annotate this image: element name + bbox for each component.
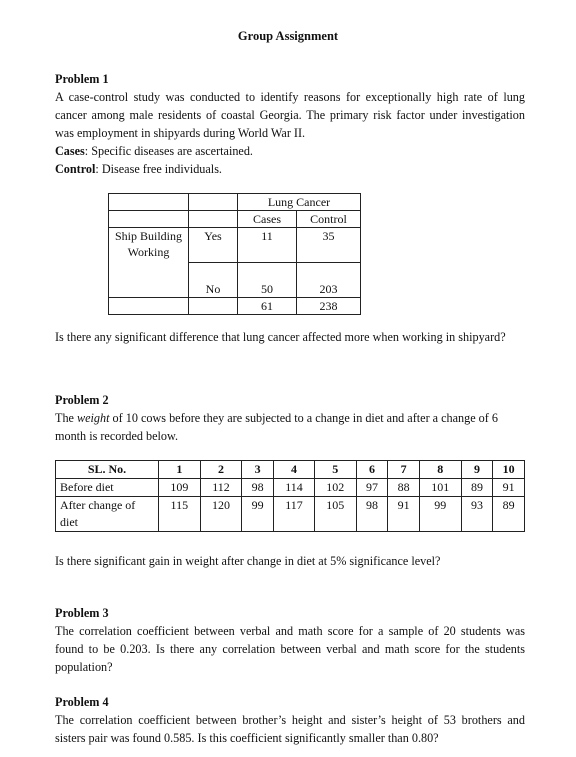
- cell: 109: [158, 478, 201, 497]
- total-cases: 61: [237, 297, 297, 315]
- cell: 93: [460, 496, 494, 532]
- document-title: Group Assignment: [237, 29, 339, 43]
- col-num: 8: [418, 460, 462, 479]
- cell: 117: [273, 496, 315, 532]
- cell-yes-control: 35: [296, 227, 361, 263]
- cell: 114: [273, 478, 315, 497]
- cell: 91: [492, 478, 525, 497]
- table-row: SL. No. 1 2 3 4 5 6 7 8 9 10: [55, 460, 525, 479]
- cell-no-control: 203: [296, 262, 361, 298]
- col-header-control: Control: [296, 210, 361, 228]
- cell: 112: [199, 478, 243, 497]
- cell: 91: [387, 496, 420, 532]
- problem-1: Problem 1 A case-control study was condu…: [55, 70, 525, 178]
- control-text: : Disease free individuals.: [95, 162, 222, 176]
- col-num: 2: [199, 460, 243, 479]
- col-num: 4: [273, 460, 315, 479]
- table-row: Before diet 109 112 98 114 102 97 88 101…: [55, 478, 525, 497]
- table-row: After change of diet 115 120 99 117 105 …: [55, 496, 525, 532]
- cell: 98: [241, 478, 275, 497]
- row-group-label: Ship Building Working: [108, 227, 189, 298]
- cases-definition: Cases: Specific diseases are ascertained…: [55, 142, 525, 160]
- col-num: 5: [313, 460, 357, 479]
- cell: 102: [313, 478, 357, 497]
- cell: 89: [460, 478, 494, 497]
- problem-1-question: Is there any significant difference that…: [55, 330, 506, 344]
- problem-2-question: Is there significant gain in weight afte…: [55, 554, 441, 568]
- cow-weight-table: SL. No. 1 2 3 4 5 6 7 8 9 10 Before diet…: [55, 460, 525, 532]
- cell-no-cases: 50: [237, 262, 297, 298]
- problem-3-heading: Problem 3: [55, 606, 109, 620]
- group-header: Lung Cancer: [237, 193, 361, 211]
- document-page: Group Assignment Problem 1 A case-contro…: [0, 0, 576, 757]
- problem-1-heading: Problem 1: [55, 72, 109, 86]
- cell: 99: [241, 496, 275, 532]
- table-row: Cases Control: [108, 210, 361, 228]
- row-label-after: After change of diet: [55, 496, 159, 532]
- col-num: 1: [158, 460, 201, 479]
- col-num: 3: [241, 460, 275, 479]
- control-definition: Control: Disease free individuals.: [55, 160, 525, 178]
- problem-2-heading: Problem 2: [55, 393, 109, 407]
- cell: 99: [418, 496, 462, 532]
- problem-4-text: The correlation coefficient between brot…: [55, 713, 525, 745]
- cell: 88: [387, 478, 420, 497]
- table-row: Ship Building Working Yes 11 35: [108, 227, 361, 298]
- cell: 115: [158, 496, 201, 532]
- problem-1-text: A case-control study was conducted to id…: [55, 90, 525, 140]
- total-control: 238: [296, 297, 361, 315]
- emphasis-weight: weight: [77, 411, 110, 425]
- col-num: 10: [492, 460, 525, 479]
- cases-label: Cases: [55, 144, 85, 158]
- cell: 101: [418, 478, 462, 497]
- lung-cancer-table: Lung Cancer Cases Control Ship Building …: [108, 193, 361, 315]
- control-label: Control: [55, 162, 96, 176]
- row-label-yes: Yes: [188, 227, 238, 263]
- col-num: 7: [387, 460, 420, 479]
- header-sl-no: SL. No.: [55, 460, 159, 479]
- cell: 120: [199, 496, 243, 532]
- col-header-cases: Cases: [237, 210, 297, 228]
- table-row: 61 238: [108, 297, 361, 315]
- cell: 98: [355, 496, 389, 532]
- row-label-before: Before diet: [55, 478, 159, 497]
- cell: 89: [492, 496, 525, 532]
- col-num: 9: [460, 460, 494, 479]
- problem-4: Problem 4 The correlation coefficient be…: [55, 693, 525, 747]
- table-row: Lung Cancer: [108, 193, 361, 211]
- cell: 97: [355, 478, 389, 497]
- problem-2-text: The weight of 10 cows before they are su…: [55, 411, 498, 443]
- cell: 105: [313, 496, 357, 532]
- cases-text: : Specific diseases are ascertained.: [84, 144, 253, 158]
- problem-4-heading: Problem 4: [55, 695, 109, 709]
- problem-2: Problem 2 The weight of 10 cows before t…: [55, 391, 525, 445]
- col-num: 6: [355, 460, 389, 479]
- problem-3: Problem 3 The correlation coefficient be…: [55, 604, 525, 676]
- row-label-no: No: [188, 262, 238, 298]
- problem-3-text: The correlation coefficient between verb…: [55, 624, 525, 674]
- cell-yes-cases: 11: [237, 227, 297, 263]
